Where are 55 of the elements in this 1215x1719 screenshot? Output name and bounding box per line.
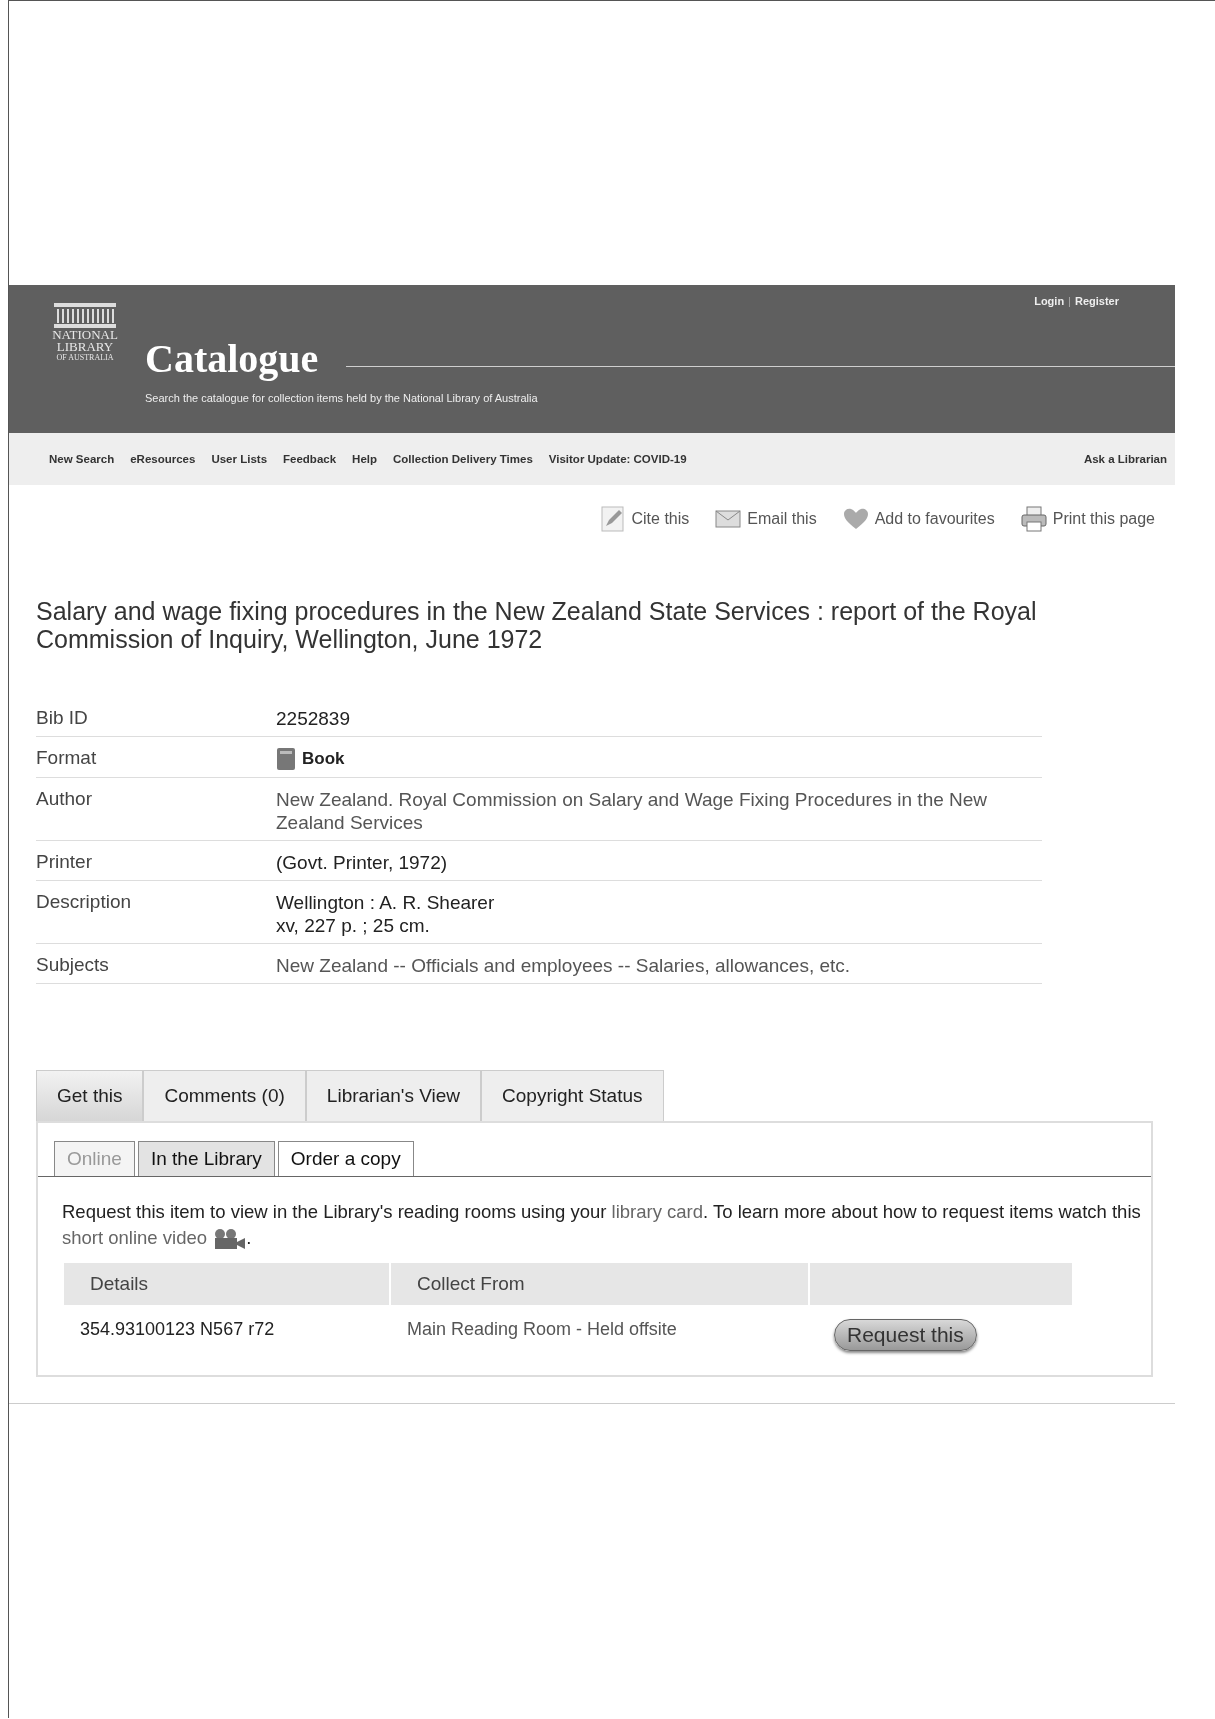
request-instructions: Request this item to view in the Library's reading rooms using your library card. To learn more about how to request items watch this short online video . [62,1199,1143,1251]
tab[interactable]: Comments (0) [143,1070,306,1121]
field-link[interactable]: New Zealand. Royal Commission on Salary and Wage Fixing Procedures in the New Zealand Services [276,788,1006,834]
envelope-icon [715,510,742,528]
field-value: xv, 227 p. ; 25 cm. [276,914,431,937]
logo-text: NATIONAL [52,329,118,341]
field-label: Description [36,891,133,914]
field-value: Wellington : A. R. Shearer [276,891,496,914]
book-icon [276,747,296,771]
video-link[interactable]: short online video [62,1227,207,1248]
action-link[interactable]: Print this page [1020,506,1155,532]
field-label: Format [36,747,98,770]
record-title: Salary and wage fixing procedures in the New Zealand State Services : report of the Royal Commission of Inquiry, Wellington, June 1972 [36,597,1038,653]
logo-text: LIBRARY [56,341,114,353]
logo-text: OF AUSTRALIA [56,353,114,363]
action-link[interactable]: Email this [715,510,817,528]
heart-icon [842,508,869,530]
nav-link[interactable]: Help [352,453,377,465]
library-card-link[interactable]: library card [611,1201,704,1222]
field-value: 2252839 [276,707,351,730]
field-link[interactable]: New Zealand -- Officials and employees -- Salaries, allowances, etc. [276,954,1006,977]
field-label: Printer [36,851,93,874]
action-link[interactable]: Cite this [601,506,690,532]
separator: | [1068,295,1071,307]
field-label: Author [36,788,93,811]
field-label: Bib ID [36,707,89,730]
column-header: Collect From [391,1263,808,1305]
tab[interactable]: Librarian's View [305,1070,482,1121]
table-cell-text: Main Reading Room - Held offsite [406,1318,678,1341]
nav-link[interactable]: Visitor Update: COVID-19 [548,453,687,465]
sub-tab[interactable]: Order a copy [277,1141,414,1176]
nav-link[interactable]: Feedback [283,453,337,465]
nav-link[interactable]: Ask a Librarian [1083,453,1167,465]
nav-link[interactable]: New Search [49,453,115,465]
tab[interactable]: Get this [36,1070,144,1121]
sub-tab[interactable]: In the Library [137,1141,275,1176]
site-subtitle: Search the catalogue for collection items held by the National Library of Australia [145,392,539,404]
pencil-icon [601,506,626,532]
action-link[interactable]: Add to favourites [842,508,995,530]
nav-link[interactable]: User Lists [211,453,268,465]
tab[interactable]: Copyright Status [481,1070,664,1121]
column-header: Details [64,1263,389,1305]
field-value: (Govt. Printer, 1972) [276,851,449,874]
field-label: Subjects [36,954,110,977]
field-value: Book [302,749,345,769]
building-icon [54,303,116,329]
table-cell-text: 354.93100123 N567 r72 [79,1318,276,1341]
account-link[interactable]: Register [1074,295,1119,307]
video-camera-icon [212,1228,247,1251]
nav-link[interactable]: eResources [130,453,196,465]
printer-icon [1020,506,1047,532]
account-link[interactable]: Login [1034,295,1065,307]
nav-link[interactable]: Collection Delivery Times [393,453,533,465]
site-title: Catalogue [145,335,319,382]
request-button[interactable]: Request this [834,1319,977,1351]
